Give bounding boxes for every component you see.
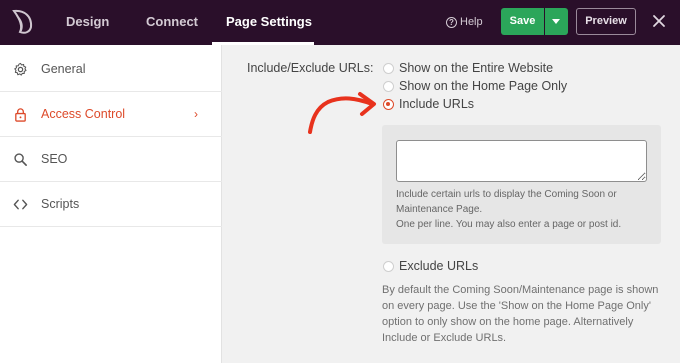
tab-design[interactable]: Design — [66, 0, 109, 45]
gear-icon — [14, 62, 27, 76]
close-icon[interactable] — [651, 13, 667, 29]
annotation-arrow-icon — [308, 92, 376, 134]
option-include-urls[interactable]: Include URLs — [383, 97, 474, 111]
lock-icon — [15, 108, 26, 122]
main-panel: Include/Exclude URLs: Show on the Entire… — [223, 45, 680, 363]
search-icon — [14, 153, 27, 166]
preview-button[interactable]: Preview — [576, 8, 636, 35]
help-text-line: Include certain urls to display the Comi… — [396, 189, 617, 215]
option-entire-website[interactable]: Show on the Entire Website — [383, 61, 553, 75]
sidebar-item-seo[interactable]: SEO — [0, 137, 222, 182]
sidebar-item-scripts[interactable]: Scripts — [0, 182, 222, 227]
help-icon: ? — [446, 16, 457, 28]
option-home-page-only[interactable]: Show on the Home Page Only — [383, 79, 567, 93]
include-urls-help: Include certain urls to display the Comi… — [396, 187, 651, 232]
chevron-right-icon: › — [194, 107, 198, 121]
sidebar-item-label: SEO — [41, 152, 68, 166]
exclude-description: By default the Coming Soon/Maintenance p… — [382, 284, 659, 344]
radio-button[interactable] — [383, 62, 394, 74]
tab-page-settings[interactable]: Page Settings — [226, 0, 312, 45]
option-label: Show on the Home Page Only — [399, 79, 568, 93]
help-link[interactable]: ? Help — [446, 14, 483, 30]
radio-button[interactable] — [383, 80, 394, 92]
include-exclude-label: Include/Exclude URLs: — [247, 61, 374, 75]
sidebar-item-label: Scripts — [41, 197, 80, 211]
sidebar-item-label: General — [41, 62, 86, 76]
help-text-line: One per line. You may also enter a page … — [396, 219, 622, 230]
save-button[interactable]: Save — [501, 8, 544, 35]
sidebar: General Access Control › SEO Scripts — [0, 45, 222, 363]
radio-button-checked[interactable] — [383, 98, 394, 110]
option-label: Show on the Entire Website — [399, 61, 554, 75]
top-bar: Design Connect Page Settings ? Help Save… — [0, 0, 680, 45]
option-label: Exclude URLs — [399, 259, 479, 273]
seedprod-logo-icon[interactable] — [8, 7, 38, 37]
include-urls-textarea[interactable] — [396, 140, 647, 182]
radio-button[interactable] — [383, 260, 394, 272]
sidebar-item-general[interactable]: General — [0, 47, 222, 92]
option-label: Include URLs — [399, 97, 475, 111]
save-dropdown-chevron-down-icon[interactable] — [545, 8, 568, 35]
tab-connect[interactable]: Connect — [146, 0, 198, 45]
option-exclude-urls[interactable]: Exclude URLs — [383, 259, 478, 273]
help-label: Help — [460, 16, 483, 28]
include-urls-panel: Include certain urls to display the Comi… — [382, 125, 661, 244]
sidebar-item-access-control[interactable]: Access Control › — [0, 92, 222, 137]
sidebar-item-label: Access Control — [41, 107, 126, 121]
code-icon — [13, 199, 28, 210]
